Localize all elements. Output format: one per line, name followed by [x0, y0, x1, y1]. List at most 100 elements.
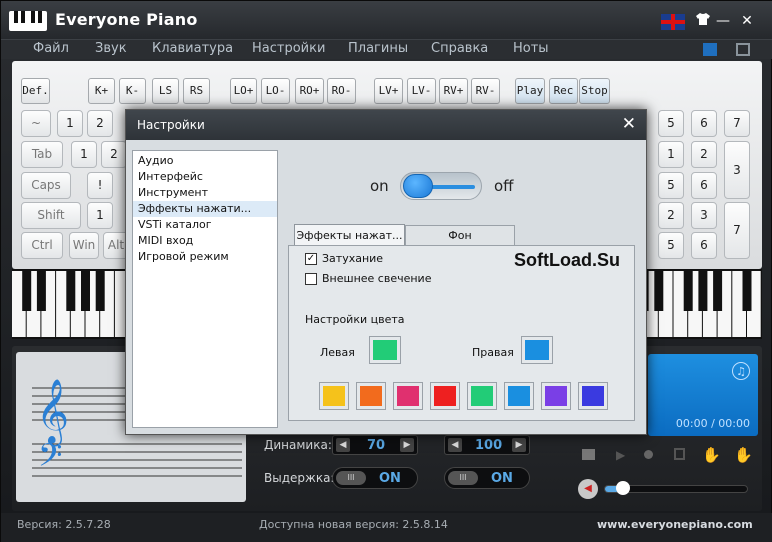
key-tilde[interactable]: ~ [21, 110, 51, 137]
record-button[interactable]: Rec [549, 78, 578, 104]
def-button[interactable]: Def. [21, 78, 50, 104]
key-win[interactable]: Win [69, 232, 99, 259]
key-tab[interactable]: Tab [21, 141, 63, 168]
play-icon[interactable]: ▶ [616, 448, 625, 462]
category-interface[interactable]: Интерфейс [133, 169, 277, 185]
palette-swatch[interactable] [430, 382, 460, 410]
black-key[interactable] [654, 271, 664, 311]
key-caps[interactable]: Caps [21, 172, 71, 199]
key-num-7[interactable]: 7 [724, 110, 750, 137]
music-note-icon[interactable]: ♫ [732, 362, 750, 380]
play-button[interactable]: Play [515, 78, 545, 104]
sustain-left-toggle[interactable]: III ON [332, 467, 418, 489]
update-link[interactable]: Доступна новая версия: 2.5.8.14 [259, 518, 448, 531]
stop-icon[interactable] [674, 448, 685, 460]
dynamics-right-spinner[interactable]: ◀ 100 ▶ [444, 435, 530, 455]
palette-swatch[interactable] [541, 382, 571, 410]
black-key[interactable] [81, 271, 90, 311]
dynamics-right-increase[interactable]: ▶ [512, 438, 526, 452]
key-minus-button[interactable]: K- [119, 78, 146, 104]
black-key[interactable] [66, 271, 76, 311]
menu-help[interactable]: Справка [431, 41, 488, 56]
tab-background[interactable]: Фон [405, 225, 515, 245]
left-volume-up-button[interactable]: LV+ [374, 78, 403, 104]
palette-swatch[interactable] [578, 382, 608, 410]
key-num-6b[interactable]: 6 [691, 172, 717, 199]
key-num-3[interactable]: 3 [724, 141, 750, 199]
black-key[interactable] [36, 271, 46, 311]
black-key[interactable] [22, 271, 32, 311]
black-key[interactable] [713, 271, 723, 311]
dynamics-left-decrease[interactable]: ◀ [336, 438, 350, 452]
stop-button[interactable]: Stop [579, 78, 610, 104]
key-num-5b[interactable]: 5 [658, 172, 684, 199]
right-octave-down-button[interactable]: RO- [327, 78, 356, 104]
equalizer-icon[interactable] [703, 43, 717, 56]
black-key[interactable] [742, 271, 752, 311]
category-midi-input[interactable]: MIDI вход [133, 233, 277, 249]
key-plus-button[interactable]: K+ [88, 78, 115, 104]
black-key[interactable] [698, 271, 708, 311]
dynamics-left-spinner[interactable]: ◀ 70 ▶ [332, 435, 418, 455]
menu-notes[interactable]: Ноты [513, 41, 549, 56]
left-color-swatch[interactable] [369, 336, 401, 364]
right-volume-up-button[interactable]: RV+ [439, 78, 468, 104]
record-icon[interactable] [644, 450, 653, 459]
volume-knob[interactable] [616, 481, 630, 495]
key-shift[interactable]: Shift [21, 202, 81, 229]
close-button[interactable]: ✕ [737, 11, 757, 31]
toggle-track[interactable] [400, 172, 482, 200]
category-game-mode[interactable]: Игровой режим [133, 249, 277, 265]
mute-icon[interactable]: ◀ [578, 479, 598, 499]
layout-icon[interactable] [736, 43, 750, 56]
dynamics-right-decrease[interactable]: ◀ [448, 438, 462, 452]
menu-sound[interactable]: Звук [95, 41, 127, 56]
skin-shirt-icon[interactable] [693, 11, 713, 33]
left-shift-button[interactable]: LS [152, 78, 179, 104]
black-key[interactable] [683, 271, 693, 311]
menu-plugins[interactable]: Плагины [348, 41, 408, 56]
palette-swatch[interactable] [504, 382, 534, 410]
language-flag-icon[interactable] [661, 14, 685, 30]
key-z[interactable]: 1 [87, 202, 113, 229]
key-num-6c[interactable]: 6 [691, 232, 717, 259]
left-hand-icon[interactable]: ✋ [702, 446, 721, 464]
key-num-7b[interactable]: 7 [724, 202, 750, 259]
key-2[interactable]: 2 [87, 110, 113, 137]
right-hand-icon[interactable]: ✋ [734, 446, 753, 464]
left-octave-down-button[interactable]: LO- [261, 78, 290, 104]
key-num-2b[interactable]: 2 [658, 202, 684, 229]
key-num-1[interactable]: 1 [658, 141, 684, 168]
dynamics-left-increase[interactable]: ▶ [400, 438, 414, 452]
effects-toggle[interactable]: on off [370, 168, 514, 204]
key-num-5c[interactable]: 5 [658, 232, 684, 259]
menu-settings[interactable]: Настройки [252, 41, 325, 56]
palette-swatch[interactable] [319, 382, 349, 410]
right-shift-button[interactable]: RS [183, 78, 210, 104]
key-num-6[interactable]: 6 [691, 110, 717, 137]
key-ctrl[interactable]: Ctrl [21, 232, 63, 259]
dialog-close-button[interactable]: ✕ [622, 114, 636, 134]
menu-keyboard[interactable]: Клавиатура [152, 41, 233, 56]
right-color-swatch[interactable] [521, 336, 553, 364]
category-key-effects[interactable]: Эффекты нажати... [133, 201, 277, 217]
key-a[interactable]: ! [87, 172, 113, 199]
palette-swatch[interactable] [393, 382, 423, 410]
left-octave-up-button[interactable]: LO+ [230, 78, 257, 104]
fade-checkbox[interactable]: ✓ [305, 253, 317, 265]
tab-key-effects[interactable]: Эффекты нажат... [294, 224, 405, 246]
key-q[interactable]: 1 [71, 141, 97, 168]
left-volume-down-button[interactable]: LV- [407, 78, 436, 104]
category-audio[interactable]: Аудио [133, 153, 277, 169]
right-volume-down-button[interactable]: RV- [471, 78, 500, 104]
key-num-2[interactable]: 2 [691, 141, 717, 168]
volume-slider[interactable] [604, 481, 748, 495]
folder-icon[interactable] [582, 449, 595, 460]
website-link[interactable]: www.everyonepiano.com [597, 518, 753, 531]
toggle-knob[interactable] [403, 174, 433, 198]
key-num-3b[interactable]: 3 [691, 202, 717, 229]
menu-file[interactable]: Файл [33, 41, 69, 56]
palette-swatch[interactable] [356, 382, 386, 410]
sustain-right-toggle[interactable]: III ON [444, 467, 530, 489]
minimize-button[interactable]: — [713, 11, 733, 31]
